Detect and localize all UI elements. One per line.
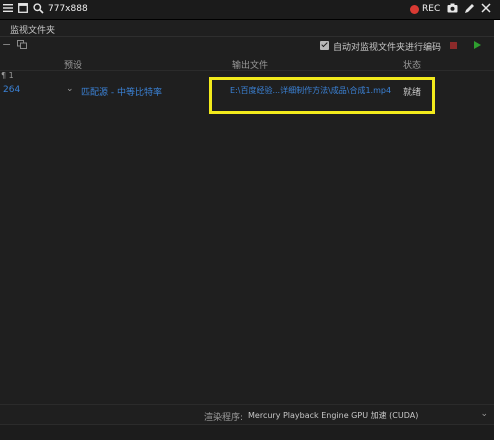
record-indicator-icon (410, 5, 419, 14)
renderer-label: 渲染程序: (204, 413, 244, 423)
watch-folder-toolbar: − 自动对监视文件夹进行编码 (0, 38, 494, 54)
start-button[interactable] (474, 41, 481, 49)
menu-icon[interactable] (3, 3, 15, 15)
media-encoder-window: 777x888 REC 监视文件夹 − 自动对监视文件夹进行编码 预设 输出文件… (0, 0, 500, 440)
camera-icon[interactable] (447, 3, 459, 15)
remove-button[interactable]: − (2, 38, 11, 51)
stop-button[interactable] (450, 42, 457, 49)
duplicate-icon[interactable] (17, 40, 27, 49)
auto-encode-checkbox[interactable] (320, 41, 329, 50)
preset-link[interactable]: 匹配源 - 中等比特率 (81, 85, 162, 98)
chevron-down-icon: ⌄ (480, 409, 488, 419)
header-output-file[interactable]: 输出文件 (232, 58, 268, 71)
auto-encode-label: 自动对监视文件夹进行编码 (333, 43, 442, 53)
chevron-down-icon[interactable]: ⌄ (66, 84, 74, 94)
close-icon[interactable] (481, 3, 493, 15)
renderer-value: Mercury Playback Engine GPU 加速 (CUDA) (248, 411, 419, 420)
table-header: 预设 输出文件 状态 (0, 55, 494, 71)
capture-size-label: 777x888 (48, 4, 88, 14)
window-icon[interactable] (18, 3, 30, 15)
bottom-panel-edge (0, 424, 494, 440)
search-icon[interactable] (33, 3, 45, 15)
highlight-annotation-box (209, 77, 435, 114)
header-status[interactable]: 状态 (403, 58, 421, 71)
renderer-select[interactable]: Mercury Playback Engine GPU 加速 (CUDA) ⌄ (244, 409, 490, 422)
source-label: ¶ 1 (1, 71, 14, 80)
pen-icon[interactable] (464, 3, 476, 15)
capture-toolbar: 777x888 REC (0, 0, 500, 20)
header-preset[interactable]: 预设 (64, 58, 82, 71)
renderer-bar: 渲染程序: Mercury Playback Engine GPU 加速 (CU… (0, 404, 494, 424)
rec-button[interactable]: REC (422, 4, 440, 14)
watch-folders-tab[interactable]: 监视文件夹 (0, 21, 494, 37)
panel-tab-title: 监视文件夹 (10, 26, 56, 36)
format-link[interactable]: 264 (3, 85, 20, 95)
